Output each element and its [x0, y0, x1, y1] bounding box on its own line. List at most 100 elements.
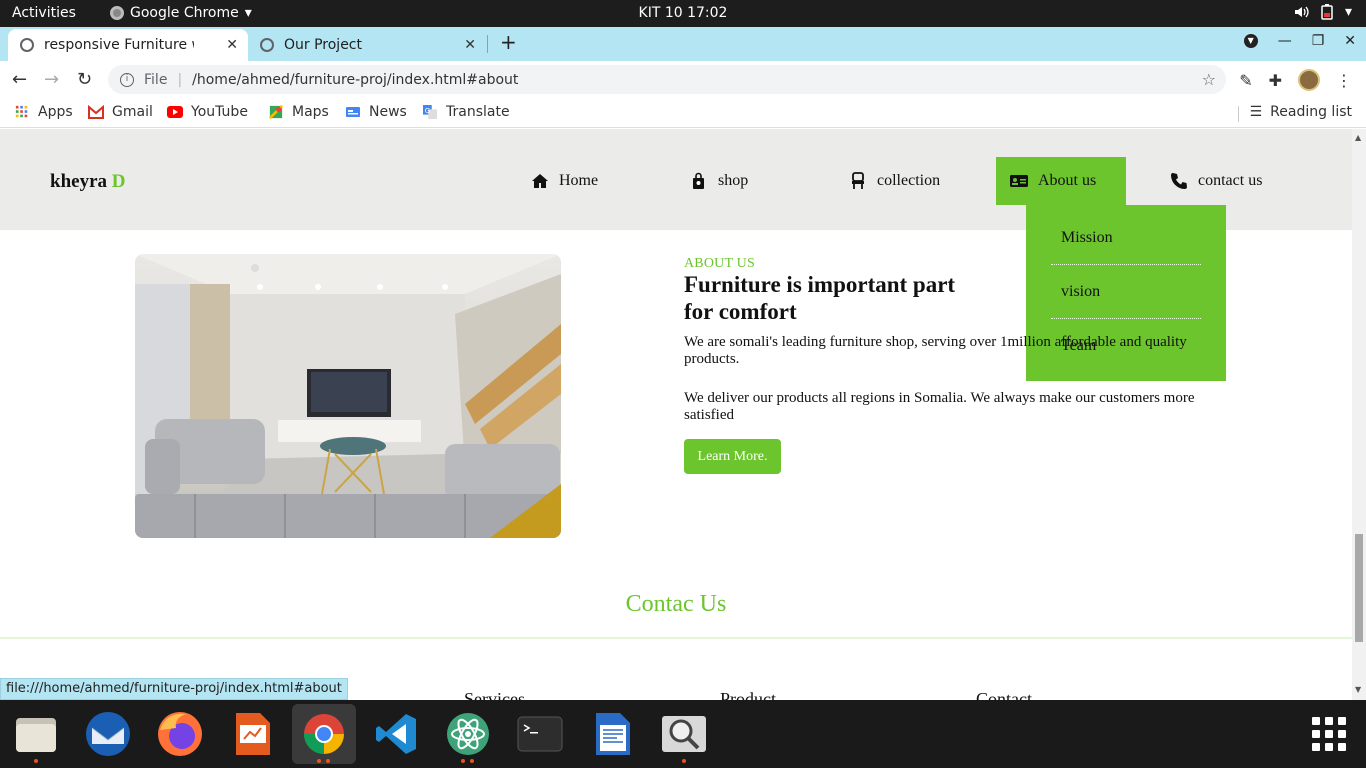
close-tab-icon[interactable]: ✕ — [226, 37, 238, 53]
atom-icon — [447, 713, 489, 755]
bookmark-maps[interactable]: Maps — [268, 104, 329, 120]
tab-inactive[interactable]: Our Project ✕ — [250, 29, 486, 61]
about-eyebrow: ABOUT US — [684, 256, 755, 271]
nav-label: About us — [1038, 172, 1097, 189]
page-scrollbar[interactable]: ▲ ▼ — [1352, 129, 1366, 700]
scroll-down-icon[interactable]: ▼ — [1355, 685, 1361, 694]
running-indicator — [326, 759, 330, 763]
info-icon[interactable]: i — [120, 72, 134, 87]
logo-accent: D — [111, 171, 126, 192]
url-scheme: File — [144, 71, 168, 88]
dock-chrome[interactable] — [292, 704, 356, 764]
firefox-icon — [158, 712, 202, 756]
app-menu[interactable]: Google Chrome ▾ — [110, 5, 252, 21]
close-tab-icon[interactable]: ✕ — [464, 37, 476, 53]
scrollbar-thumb[interactable] — [1355, 534, 1363, 642]
translate-icon: G — [423, 105, 437, 119]
tab-strip: responsive Furniture web ✕ Our Project ✕ — [0, 27, 1366, 61]
learn-more-button[interactable]: Learn More. — [684, 439, 781, 474]
maps-icon — [268, 105, 284, 119]
bookmark-translate[interactable]: G Translate — [422, 104, 510, 120]
close-window-icon[interactable]: ✕ — [1344, 33, 1356, 49]
dock-thunderbird[interactable] — [76, 704, 140, 764]
app-menu-label: Google Chrome — [130, 5, 239, 21]
dock-terminal[interactable] — [508, 704, 572, 764]
running-indicator — [470, 759, 474, 763]
url-text[interactable]: /home/ahmed/furniture-proj/index.html#ab… — [192, 72, 518, 88]
nav-about-us[interactable]: About us — [996, 157, 1127, 205]
running-indicator — [317, 759, 321, 763]
tab-search-icon[interactable]: ▼ — [1243, 34, 1258, 48]
tab-active[interactable]: responsive Furniture web ✕ — [8, 29, 248, 61]
toolbar-actions: ✎ ✚ ⋮ — [1239, 69, 1352, 91]
footer-heading-services: Services — [464, 689, 525, 700]
menu-kebab-icon[interactable]: ⋮ — [1336, 71, 1352, 90]
dropdown-item-vision[interactable]: vision — [1051, 265, 1201, 319]
nav-shop[interactable]: shop — [690, 157, 748, 205]
id-card-icon — [1010, 175, 1028, 187]
window-controls: ▼ — ❐ ✕ — [1243, 33, 1356, 49]
battery-icon — [1321, 4, 1333, 20]
bookmarks-bar: Apps Gmail YouTube Maps News G Translate… — [0, 98, 1366, 128]
dock-atom[interactable] — [436, 704, 500, 764]
chrome-icon — [304, 714, 344, 754]
nav-label: Home — [559, 172, 599, 189]
reload-icon[interactable]: ↻ — [77, 69, 92, 90]
extensions-icon[interactable]: ✚ — [1269, 71, 1282, 90]
eyedropper-icon[interactable]: ✎ — [1239, 71, 1252, 90]
show-applications-icon[interactable] — [1312, 717, 1346, 751]
dock-firefox[interactable] — [148, 704, 212, 764]
dock-writer[interactable] — [580, 704, 644, 764]
contact-divider — [0, 637, 1352, 639]
site-logo[interactable]: kheyra D — [50, 171, 125, 193]
bookmark-label: News — [369, 104, 407, 120]
dropdown-item-mission[interactable]: Mission — [1051, 211, 1201, 265]
footer-heading-product: Product — [720, 689, 776, 700]
dock-vscode[interactable] — [364, 704, 428, 764]
new-tab-icon[interactable]: + — [500, 30, 517, 54]
bookmark-youtube[interactable]: YouTube — [167, 104, 248, 120]
page-viewport: kheyra D Home shop collection About us c… — [0, 129, 1352, 700]
bookmark-label: Maps — [292, 104, 329, 120]
system-tray[interactable]: ▾ — [1293, 4, 1352, 20]
bookmark-gmail[interactable]: Gmail — [88, 104, 153, 120]
activities-button[interactable]: Activities — [12, 5, 76, 21]
profile-avatar[interactable] — [1298, 69, 1320, 91]
contact-heading: Contac Us — [625, 591, 727, 617]
nav-label: collection — [877, 172, 941, 189]
bookmark-apps[interactable]: Apps — [14, 104, 73, 120]
bookmark-star-icon[interactable]: ☆ — [1202, 70, 1216, 89]
bookmark-label: Apps — [38, 104, 73, 120]
files-icon — [16, 718, 56, 752]
address-bar[interactable]: i File | /home/ahmed/furniture-proj/inde… — [108, 65, 1226, 94]
nav-collection[interactable]: collection — [849, 157, 940, 205]
tab-title: Our Project — [284, 37, 362, 53]
dock-image-viewer[interactable] — [652, 704, 716, 764]
bookmark-label: Gmail — [112, 104, 153, 120]
about-paragraph-2: We deliver our products all regions in S… — [684, 390, 1195, 423]
minimize-icon[interactable]: — — [1278, 33, 1292, 49]
url-divider: | — [177, 71, 183, 88]
chrome-icon — [110, 6, 124, 20]
nav-label: contact us — [1198, 172, 1263, 189]
nav-home[interactable]: Home — [531, 157, 598, 205]
forward-icon[interactable]: → — [44, 69, 59, 90]
status-bubble: file:///home/ahmed/furniture-proj/index.… — [0, 678, 348, 700]
dock-impress[interactable] — [220, 704, 284, 764]
nav-contact-us[interactable]: contact us — [1170, 157, 1262, 205]
chair-icon — [852, 172, 864, 189]
scroll-up-icon[interactable]: ▲ — [1355, 133, 1361, 142]
bookmark-label: Translate — [446, 104, 510, 120]
caret-down-icon: ▾ — [1344, 4, 1352, 20]
maximize-icon[interactable]: ❐ — [1312, 33, 1325, 49]
reading-list[interactable]: ☰ Reading list — [1250, 104, 1352, 120]
shopping-bag-icon — [693, 172, 704, 189]
living-room-photo — [135, 254, 561, 538]
browser-toolbar: ← → ↻ i File | /home/ahmed/furniture-pro… — [0, 61, 1366, 98]
logo-text: kheyra — [50, 171, 107, 192]
magnifier-icon — [662, 716, 706, 752]
dock-files[interactable] — [4, 704, 68, 764]
back-icon[interactable]: ← — [12, 69, 27, 90]
bookmark-news[interactable]: News — [345, 104, 407, 120]
globe-icon — [20, 38, 34, 52]
